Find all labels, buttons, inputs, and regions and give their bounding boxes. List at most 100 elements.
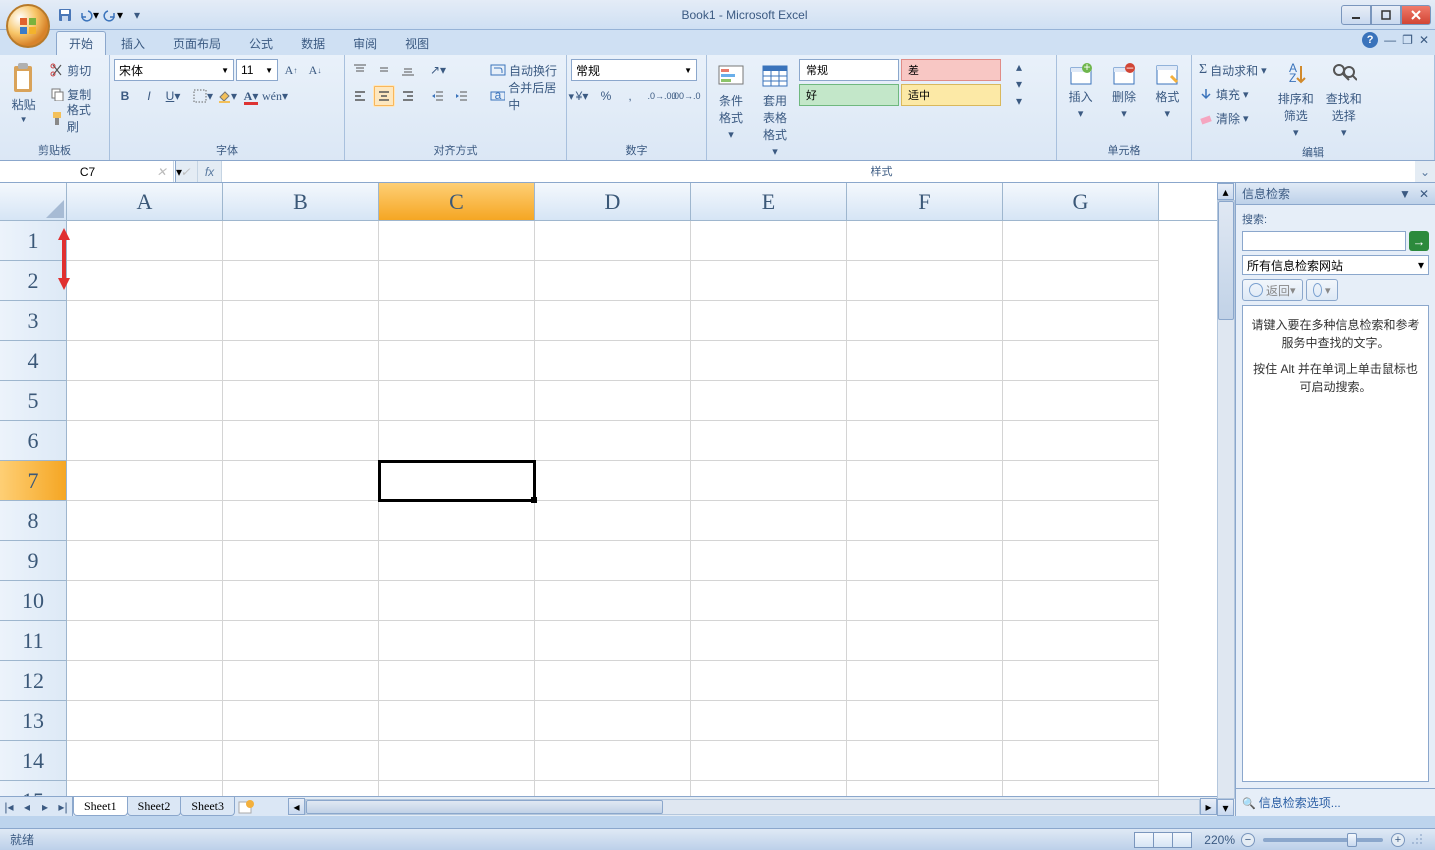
percent-button[interactable]: % (595, 85, 617, 107)
cell-C3[interactable] (379, 301, 535, 341)
cell-A5[interactable] (67, 381, 223, 421)
row-header-3[interactable]: 3 (0, 301, 67, 341)
prev-sheet-button[interactable]: ◂ (18, 797, 36, 816)
align-bottom-button[interactable] (397, 59, 419, 81)
doc-close-icon[interactable]: ✕ (1419, 33, 1429, 47)
merge-center-button[interactable]: a合并后居中▾ (487, 85, 577, 107)
cell-G10[interactable] (1003, 581, 1159, 621)
research-back-button[interactable]: 返回 ▾ (1242, 279, 1303, 301)
horizontal-scrollbar[interactable]: ◂ ▸ (288, 797, 1217, 816)
last-sheet-button[interactable]: ▸| (54, 797, 72, 816)
col-A[interactable]: A (67, 183, 223, 220)
cell-B4[interactable] (223, 341, 379, 381)
col-D[interactable]: D (535, 183, 691, 220)
row-header-13[interactable]: 13 (0, 701, 67, 741)
cell-A8[interactable] (67, 501, 223, 541)
cell-C14[interactable] (379, 741, 535, 781)
cell-E14[interactable] (691, 741, 847, 781)
row-header-15[interactable]: 15 (0, 781, 67, 796)
cell-B13[interactable] (223, 701, 379, 741)
cell-E3[interactable] (691, 301, 847, 341)
cell-A6[interactable] (67, 421, 223, 461)
cell-F1[interactable] (847, 221, 1003, 261)
research-search-input[interactable] (1242, 231, 1406, 251)
styles-down-icon[interactable]: ▾ (1008, 76, 1030, 92)
qat-undo-icon[interactable]: ▾ (78, 5, 100, 25)
cell-B14[interactable] (223, 741, 379, 781)
cell-A7[interactable] (67, 461, 223, 501)
v-scroll-thumb[interactable] (1218, 201, 1234, 320)
increase-decimal-button[interactable]: .0→.00 (651, 85, 673, 107)
scroll-up-button[interactable]: ▴ (1217, 183, 1234, 200)
italic-button[interactable]: I (138, 85, 160, 107)
cell-E6[interactable] (691, 421, 847, 461)
grow-font-button[interactable]: A↑ (280, 59, 302, 81)
minimize-button[interactable] (1341, 5, 1371, 25)
tab-formula[interactable]: 公式 (236, 31, 286, 55)
cell-G1[interactable] (1003, 221, 1159, 261)
cell-B5[interactable] (223, 381, 379, 421)
grid-area[interactable]: 123456789101112131415 (0, 221, 1217, 796)
cell-G13[interactable] (1003, 701, 1159, 741)
cell-C7[interactable] (379, 461, 535, 501)
comma-button[interactable]: , (619, 85, 641, 107)
cell-D14[interactable] (535, 741, 691, 781)
cell-E11[interactable] (691, 621, 847, 661)
cell-F12[interactable] (847, 661, 1003, 701)
cell-D4[interactable] (535, 341, 691, 381)
font-family-combo[interactable]: 宋体▼ (114, 59, 234, 81)
cell-A13[interactable] (67, 701, 223, 741)
cell-C1[interactable] (379, 221, 535, 261)
shrink-font-button[interactable]: A↓ (304, 59, 326, 81)
tab-view[interactable]: 视图 (392, 31, 442, 55)
cell-F9[interactable] (847, 541, 1003, 581)
cell-C13[interactable] (379, 701, 535, 741)
cell-F11[interactable] (847, 621, 1003, 661)
zoom-slider[interactable] (1263, 838, 1383, 842)
view-normal-button[interactable] (1134, 832, 1154, 848)
cell-C4[interactable] (379, 341, 535, 381)
cell-D7[interactable] (535, 461, 691, 501)
cell-A2[interactable] (67, 261, 223, 301)
tab-review[interactable]: 审阅 (340, 31, 390, 55)
research-forward-button[interactable]: ▾ (1306, 279, 1338, 301)
styles-up-icon[interactable]: ▴ (1008, 59, 1030, 75)
cell-A11[interactable] (67, 621, 223, 661)
enter-fx-icon[interactable]: ✓ (174, 161, 198, 182)
cell-B11[interactable] (223, 621, 379, 661)
cell-G9[interactable] (1003, 541, 1159, 581)
vertical-scrollbar[interactable]: ▴ ▾ (1217, 183, 1235, 816)
sheet-tab-1[interactable]: Sheet1 (73, 797, 128, 816)
cell-A3[interactable] (67, 301, 223, 341)
cell-G2[interactable] (1003, 261, 1159, 301)
borders-button[interactable]: ▾ (192, 85, 214, 107)
conditional-format-button[interactable]: 条件格式▾ (711, 59, 751, 144)
new-sheet-icon[interactable] (234, 797, 258, 816)
cell-A4[interactable] (67, 341, 223, 381)
paste-button[interactable]: 粘贴▼ (4, 59, 43, 127)
pane-dropdown-icon[interactable]: ▼ (1399, 187, 1411, 201)
resize-grip-icon[interactable] (1411, 833, 1425, 847)
first-sheet-button[interactable]: |◂ (0, 797, 18, 816)
col-E[interactable]: E (691, 183, 847, 220)
doc-restore-icon[interactable]: ❐ (1402, 33, 1413, 47)
cell-B3[interactable] (223, 301, 379, 341)
cell-E5[interactable] (691, 381, 847, 421)
tab-layout[interactable]: 页面布局 (160, 31, 234, 55)
fx-icon[interactable]: fx (198, 161, 222, 182)
select-all-button[interactable] (0, 183, 67, 220)
align-right-button[interactable] (397, 85, 419, 107)
help-icon[interactable]: ? (1362, 32, 1378, 48)
cell-F15[interactable] (847, 781, 1003, 796)
cell-C5[interactable] (379, 381, 535, 421)
cell-D3[interactable] (535, 301, 691, 341)
cell-F8[interactable] (847, 501, 1003, 541)
cell-F3[interactable] (847, 301, 1003, 341)
cell-C2[interactable] (379, 261, 535, 301)
row-header-11[interactable]: 11 (0, 621, 67, 661)
h-scroll-thumb[interactable] (306, 800, 663, 814)
autit-button[interactable]: Σ 自动求和 ▾ (1196, 59, 1270, 81)
cell-C6[interactable] (379, 421, 535, 461)
orientation-button[interactable]: ↗▾ (427, 59, 449, 81)
col-G[interactable]: G (1003, 183, 1159, 220)
